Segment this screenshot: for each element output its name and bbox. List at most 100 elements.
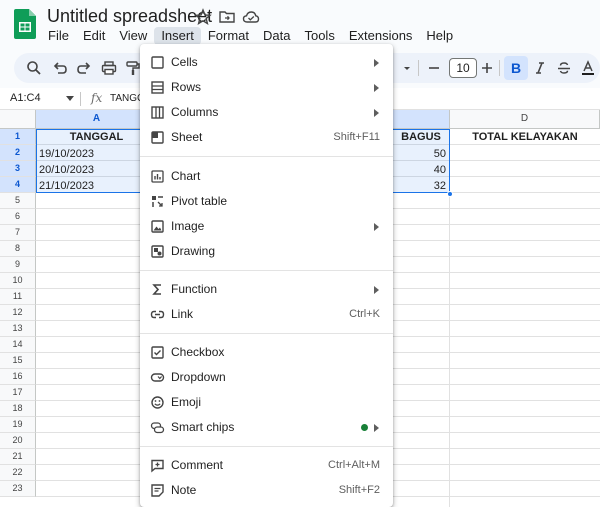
checkbox-icon bbox=[151, 346, 164, 359]
rows-icon bbox=[151, 81, 164, 94]
row-header[interactable]: 13 bbox=[0, 321, 36, 337]
insert-menu: Cells Rows Columns Sheet Shift+F11 Chart… bbox=[140, 44, 393, 507]
row-header[interactable]: 21 bbox=[0, 449, 36, 465]
cell-a2[interactable]: 19/10/2023 bbox=[36, 146, 157, 162]
menu-item-dropdown[interactable]: Dropdown bbox=[140, 365, 393, 390]
star-icon[interactable] bbox=[194, 8, 212, 26]
cell-c1[interactable]: BAGUS bbox=[393, 129, 449, 145]
row-header[interactable]: 10 bbox=[0, 273, 36, 289]
row-header[interactable]: 9 bbox=[0, 257, 36, 273]
print-icon[interactable] bbox=[101, 60, 117, 76]
menu-item-label: Columns bbox=[171, 105, 219, 119]
row-header[interactable]: 15 bbox=[0, 353, 36, 369]
bold-button[interactable]: B bbox=[504, 56, 528, 80]
decrease-font-size-icon[interactable] bbox=[426, 60, 442, 76]
menu-item-link[interactable]: Link Ctrl+K bbox=[140, 302, 393, 327]
menu-view[interactable]: View bbox=[112, 27, 154, 45]
menu-item-pivot-table[interactable]: Pivot table bbox=[140, 189, 393, 214]
menu-item-smart-chips[interactable]: Smart chips bbox=[140, 415, 393, 440]
row-header[interactable]: 19 bbox=[0, 417, 36, 433]
cell-c4[interactable]: 32 bbox=[393, 178, 449, 194]
row-header[interactable]: 23 bbox=[0, 481, 36, 497]
text-color-icon[interactable] bbox=[580, 60, 596, 76]
menu-format[interactable]: Format bbox=[201, 27, 256, 45]
shortcut-label: Shift+F11 bbox=[333, 131, 380, 143]
row-header[interactable]: 8 bbox=[0, 241, 36, 257]
menu-edit[interactable]: Edit bbox=[76, 27, 112, 45]
menu-item-label: Dropdown bbox=[171, 370, 226, 384]
menu-item-emoji[interactable]: Emoji bbox=[140, 390, 393, 415]
sheet-icon bbox=[151, 131, 164, 144]
row-header[interactable]: 3 bbox=[0, 161, 36, 177]
cloud-status-icon[interactable] bbox=[242, 8, 260, 26]
row-header[interactable]: 2 bbox=[0, 145, 36, 161]
pivot-table-icon bbox=[152, 196, 163, 207]
row-header[interactable]: 14 bbox=[0, 337, 36, 353]
menu-item-label: Note bbox=[171, 483, 197, 497]
menu-item-label: Pivot table bbox=[171, 194, 228, 208]
sheets-logo-icon[interactable] bbox=[14, 9, 36, 39]
menu-item-drawing[interactable]: Drawing bbox=[140, 239, 393, 264]
row-header[interactable]: 4 bbox=[0, 177, 36, 193]
menu-item-sheet[interactable]: Sheet Shift+F11 bbox=[140, 125, 393, 150]
image-icon bbox=[151, 220, 164, 233]
row-header[interactable]: 17 bbox=[0, 385, 36, 401]
menu-item-checkbox[interactable]: Checkbox bbox=[140, 340, 393, 365]
strikethrough-icon[interactable] bbox=[556, 60, 572, 76]
menu-item-comment[interactable]: Comment Ctrl+Alt+M bbox=[140, 453, 393, 478]
document-title[interactable]: Untitled spreadsheet bbox=[47, 6, 212, 27]
move-to-folder-icon[interactable] bbox=[218, 8, 236, 26]
menu-insert[interactable]: Insert bbox=[154, 27, 201, 45]
cell-a3[interactable]: 20/10/2023 bbox=[36, 162, 157, 178]
row-header[interactable]: 18 bbox=[0, 401, 36, 417]
menu-item-note[interactable]: Note Shift+F2 bbox=[140, 478, 393, 503]
row-header[interactable]: 5 bbox=[0, 193, 36, 209]
italic-icon[interactable] bbox=[532, 60, 548, 76]
menu-tools[interactable]: Tools bbox=[297, 27, 341, 45]
select-all-corner[interactable] bbox=[0, 110, 36, 129]
menu-item-cells[interactable]: Cells bbox=[140, 50, 393, 75]
row-header[interactable]: 1 bbox=[0, 129, 36, 145]
paint-format-icon[interactable] bbox=[125, 60, 141, 76]
row-header[interactable]: 11 bbox=[0, 289, 36, 305]
menu-item-columns[interactable]: Columns bbox=[140, 100, 393, 125]
menu-item-function[interactable]: Function bbox=[140, 277, 393, 302]
font-size-input[interactable]: 10 bbox=[449, 58, 477, 78]
cell-a1[interactable]: TANGGAL bbox=[36, 129, 157, 145]
menu-divider bbox=[140, 446, 393, 447]
menu-item-label: Rows bbox=[171, 80, 202, 94]
chevron-down-icon[interactable] bbox=[402, 60, 412, 76]
undo-icon[interactable] bbox=[52, 60, 68, 76]
menu-divider bbox=[140, 333, 393, 334]
menu-file[interactable]: File bbox=[41, 27, 76, 45]
smart-chips-icon bbox=[150, 422, 165, 434]
menu-item-label: Comment bbox=[171, 458, 224, 472]
menu-help[interactable]: Help bbox=[419, 27, 460, 45]
menu-item-label: Emoji bbox=[171, 395, 202, 409]
cell-c2[interactable]: 50 bbox=[393, 146, 449, 162]
column-header-d[interactable]: D bbox=[450, 110, 600, 129]
row-header[interactable]: 12 bbox=[0, 305, 36, 321]
name-box-dropdown-icon[interactable] bbox=[66, 96, 74, 101]
row-header[interactable]: 7 bbox=[0, 225, 36, 241]
row-header[interactable]: 22 bbox=[0, 465, 36, 481]
row-header[interactable]: 16 bbox=[0, 369, 36, 385]
menu-data[interactable]: Data bbox=[256, 27, 297, 45]
increase-font-size-icon[interactable] bbox=[479, 60, 495, 76]
menu-item-image[interactable]: Image bbox=[140, 214, 393, 239]
row-header[interactable]: 20 bbox=[0, 433, 36, 449]
menu-extensions[interactable]: Extensions bbox=[342, 27, 420, 45]
cell-d1[interactable]: TOTAL KELAYAKAN bbox=[450, 129, 600, 145]
cell-a4[interactable]: 21/10/2023 bbox=[36, 178, 157, 194]
menu-item-chart[interactable]: Chart bbox=[140, 164, 393, 189]
menu-bar: File Edit View Insert Format Data Tools … bbox=[41, 27, 460, 45]
search-icon[interactable] bbox=[26, 60, 42, 76]
name-box[interactable]: A1:C4 bbox=[10, 92, 41, 104]
row-header[interactable]: 6 bbox=[0, 209, 36, 225]
cell-c3[interactable]: 40 bbox=[393, 162, 449, 178]
redo-icon[interactable] bbox=[76, 60, 92, 76]
menu-divider bbox=[140, 156, 393, 157]
menu-item-rows[interactable]: Rows bbox=[140, 75, 393, 100]
column-header-c[interactable] bbox=[393, 110, 450, 129]
menu-item-label: Cells bbox=[171, 55, 198, 69]
